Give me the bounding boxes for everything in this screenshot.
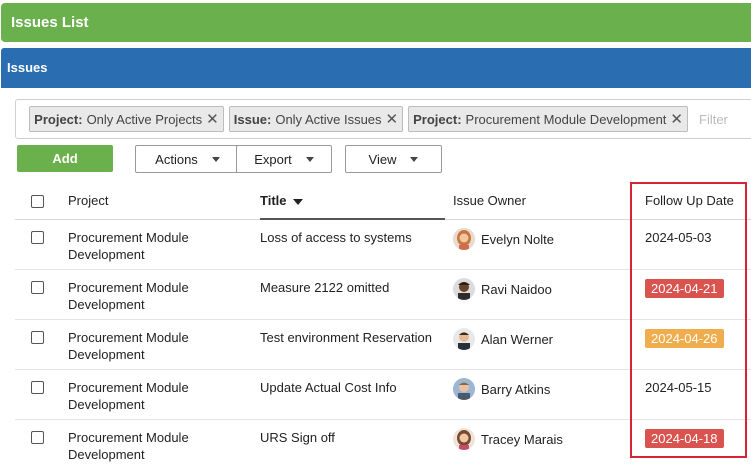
column-label: Project bbox=[68, 193, 109, 208]
export-dropdown[interactable]: Export bbox=[236, 145, 332, 173]
owner-cell: Ravi Naidoo bbox=[453, 278, 552, 300]
date-value: 2024-05-03 bbox=[645, 230, 712, 245]
row-checkbox[interactable] bbox=[31, 231, 44, 244]
actions-dropdown[interactable]: Actions bbox=[135, 145, 240, 173]
title-cell[interactable]: Measure 2122 omitted bbox=[260, 279, 389, 296]
project-line: Procurement Module bbox=[68, 280, 189, 295]
column-label: Issue Owner bbox=[453, 193, 526, 208]
filter-chip-key: Project: bbox=[34, 111, 83, 127]
title-cell[interactable]: Loss of access to systems bbox=[260, 229, 412, 246]
app-title: Issues List bbox=[11, 14, 89, 31]
column-label: Follow Up Date bbox=[645, 193, 734, 208]
avatar bbox=[453, 278, 475, 300]
avatar bbox=[453, 378, 475, 400]
column-header-follow-up-date[interactable]: Follow Up Date bbox=[645, 182, 734, 220]
close-icon[interactable]: ✕ bbox=[386, 112, 399, 127]
filter-bar: Project: Only Active Projects ✕ Issue: O… bbox=[15, 99, 751, 139]
chevron-down-icon bbox=[211, 156, 220, 162]
project-cell: Procurement Module Development bbox=[68, 329, 238, 363]
project-line: Development bbox=[68, 447, 145, 462]
project-line: Development bbox=[68, 347, 145, 362]
project-line: Procurement Module bbox=[68, 380, 189, 395]
app-title-bar: Issues List bbox=[1, 3, 751, 42]
chevron-down-icon bbox=[305, 156, 314, 162]
owner-name: Alan Werner bbox=[481, 331, 554, 347]
filter-chip-active-projects[interactable]: Project: Only Active Projects ✕ bbox=[29, 106, 224, 132]
project-line: Procurement Module bbox=[68, 230, 189, 245]
project-cell: Procurement Module Development bbox=[68, 279, 238, 313]
follow-up-date: 2024-04-21 bbox=[645, 279, 724, 298]
issues-table: Project Title Issue Owner Follow Up Date… bbox=[15, 182, 751, 470]
table-row[interactable]: Procurement Module Development URS Sign o… bbox=[15, 420, 751, 470]
sort-desc-icon bbox=[292, 198, 303, 205]
table-row[interactable]: Procurement Module Development Loss of ac… bbox=[15, 220, 751, 270]
close-icon[interactable]: ✕ bbox=[206, 112, 219, 127]
row-checkbox[interactable] bbox=[31, 381, 44, 394]
owner-name: Barry Atkins bbox=[481, 381, 551, 397]
export-label: Export bbox=[254, 151, 292, 167]
row-checkbox[interactable] bbox=[31, 331, 44, 344]
select-all-checkbox[interactable] bbox=[31, 195, 44, 208]
owner-name: Ravi Naidoo bbox=[481, 281, 552, 297]
avatar bbox=[453, 228, 475, 250]
filter-chip-key: Project: bbox=[413, 111, 462, 127]
panel-title: Issues bbox=[7, 60, 48, 75]
date-badge-overdue: 2024-04-21 bbox=[645, 279, 724, 298]
title-cell[interactable]: Test environment Reservation bbox=[260, 329, 432, 346]
date-badge-overdue: 2024-04-18 bbox=[645, 429, 724, 448]
filter-chip-value: Only Active Projects bbox=[86, 111, 203, 127]
row-checkbox[interactable] bbox=[31, 281, 44, 294]
view-dropdown[interactable]: View bbox=[345, 145, 442, 173]
project-cell: Procurement Module Development bbox=[68, 229, 238, 263]
table-row[interactable]: Procurement Module Development Measure 21… bbox=[15, 270, 751, 320]
owner-cell: Barry Atkins bbox=[453, 378, 550, 400]
actions-label: Actions bbox=[155, 151, 198, 167]
column-label: Title bbox=[260, 193, 287, 208]
project-cell: Procurement Module Development bbox=[68, 379, 238, 413]
filter-chip-project[interactable]: Project: Procurement Module Development … bbox=[408, 106, 688, 132]
owner-cell: Tracey Marais bbox=[453, 428, 563, 450]
close-icon[interactable]: ✕ bbox=[670, 112, 683, 127]
date-badge-due-soon: 2024-04-26 bbox=[645, 329, 724, 348]
date-value: 2024-05-15 bbox=[645, 380, 712, 395]
project-line: Development bbox=[68, 247, 145, 262]
table-row[interactable]: Procurement Module Development Update Act… bbox=[15, 370, 751, 420]
title-cell[interactable]: URS Sign off bbox=[260, 429, 335, 446]
view-label: View bbox=[368, 151, 397, 167]
table-row[interactable]: Procurement Module Development Test envir… bbox=[15, 320, 751, 370]
project-line: Development bbox=[68, 397, 145, 412]
column-header-issue-owner[interactable]: Issue Owner bbox=[453, 182, 526, 220]
owner-name: Tracey Marais bbox=[481, 431, 563, 447]
column-header-title[interactable]: Title bbox=[260, 182, 445, 220]
table-header: Project Title Issue Owner Follow Up Date bbox=[15, 182, 751, 220]
follow-up-date: 2024-04-26 bbox=[645, 329, 724, 348]
follow-up-date: 2024-04-18 bbox=[645, 429, 724, 448]
chevron-down-icon bbox=[410, 156, 419, 162]
owner-cell: Evelyn Nolte bbox=[453, 228, 554, 250]
avatar bbox=[453, 428, 475, 450]
filter-chip-active-issues[interactable]: Issue: Only Active Issues ✕ bbox=[228, 106, 404, 132]
add-button[interactable]: Add bbox=[17, 145, 113, 172]
project-line: Procurement Module bbox=[68, 430, 189, 445]
follow-up-date: 2024-05-15 bbox=[645, 379, 712, 396]
project-cell: Procurement Module Development bbox=[68, 429, 238, 463]
owner-cell: Alan Werner bbox=[453, 328, 553, 350]
column-header-project[interactable]: Project bbox=[68, 182, 108, 220]
filter-chip-key: Issue: bbox=[233, 111, 272, 127]
row-checkbox[interactable] bbox=[31, 431, 44, 444]
owner-name: Evelyn Nolte bbox=[481, 231, 554, 247]
filter-input[interactable] bbox=[699, 111, 751, 127]
avatar bbox=[453, 328, 475, 350]
title-cell[interactable]: Update Actual Cost Info bbox=[260, 379, 397, 396]
filter-chip-value: Only Active Issues bbox=[275, 111, 382, 127]
filter-chip-value: Procurement Module Development bbox=[465, 111, 667, 127]
project-line: Development bbox=[68, 297, 145, 312]
project-line: Procurement Module bbox=[68, 330, 189, 345]
issues-panel-header: Issues bbox=[1, 48, 751, 88]
follow-up-date: 2024-05-03 bbox=[645, 229, 712, 246]
